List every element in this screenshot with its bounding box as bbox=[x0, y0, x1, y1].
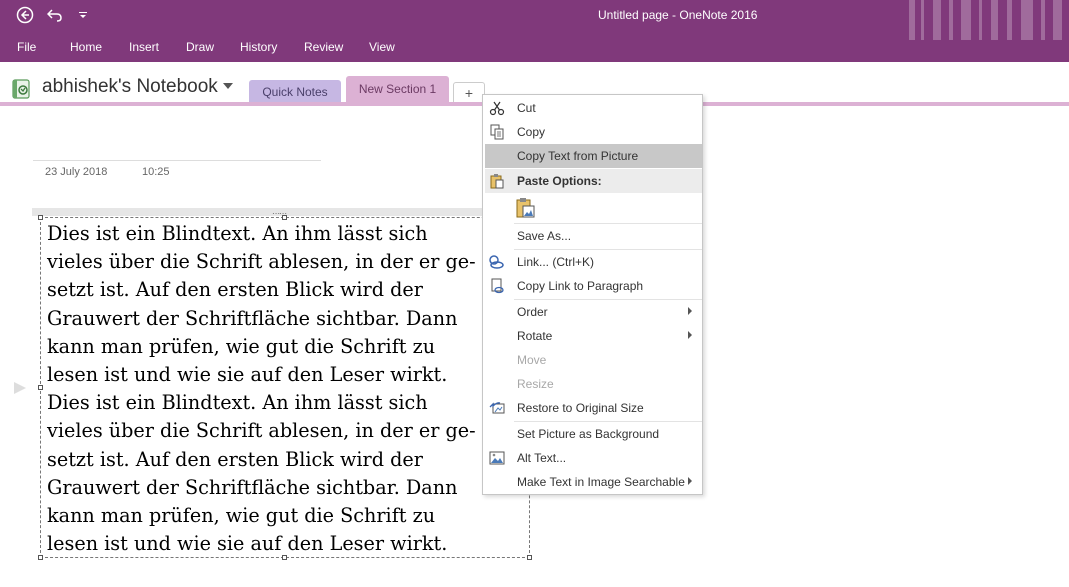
tab-insert[interactable]: Insert bbox=[129, 40, 159, 54]
submenu-arrow-icon bbox=[688, 477, 692, 485]
picture-text-line: setzt ist. Auf den ersten Blick wird der bbox=[47, 278, 423, 302]
paste-picture-icon bbox=[516, 198, 535, 218]
menu-item-copy-link-to-paragraph[interactable]: Copy Link to Paragraph bbox=[485, 274, 702, 298]
submenu-arrow-icon bbox=[688, 307, 692, 315]
resize-handle[interactable] bbox=[38, 215, 43, 220]
title-bar: Untitled page - OneNote 2016 File Home I… bbox=[0, 0, 1069, 62]
picture-text-line: setzt ist. Auf den ersten Blick wird der bbox=[47, 447, 423, 471]
menu-label: Link... (Ctrl+K) bbox=[517, 255, 595, 269]
menu-item-restore-original-size[interactable]: Restore to Original Size bbox=[485, 396, 702, 420]
menu-item-link[interactable]: Link... (Ctrl+K) bbox=[485, 250, 702, 274]
menu-label: Order bbox=[517, 305, 548, 319]
menu-item-order[interactable]: Order bbox=[485, 300, 702, 324]
menu-item-make-text-searchable[interactable]: Make Text in Image Searchable bbox=[485, 470, 702, 494]
submenu-arrow-icon bbox=[688, 331, 692, 339]
picture-text-line: kann man prüfen, wie gut die Schrift zu bbox=[47, 334, 436, 358]
picture-text-line: vieles über die Schrift ablesen, in der … bbox=[47, 419, 476, 443]
picture-text-line: Grauwert der Schriftfläche sichtbar. Dan… bbox=[47, 475, 458, 499]
menu-label: Copy Text from Picture bbox=[517, 149, 639, 163]
menu-label: Paste Options: bbox=[517, 174, 602, 188]
menu-label: Move bbox=[517, 353, 547, 367]
tab-history[interactable]: History bbox=[240, 40, 277, 54]
picture[interactable]: Dies ist ein Blindtext. An ihm lässt sic… bbox=[40, 217, 530, 558]
clipboard-icon bbox=[490, 174, 504, 189]
tab-view[interactable]: View bbox=[369, 40, 395, 54]
paragraph-handle-icon[interactable] bbox=[14, 382, 26, 394]
picture-text: Dies ist ein Blindtext. An ihm lässt sic… bbox=[47, 220, 529, 557]
picture-text-line: kann man prüfen, wie gut die Schrift zu bbox=[47, 504, 436, 528]
copy-icon bbox=[490, 124, 504, 140]
menu-label: Resize bbox=[517, 377, 554, 391]
resize-handle[interactable] bbox=[282, 215, 287, 220]
menu-label: Restore to Original Size bbox=[517, 401, 644, 415]
menu-item-copy[interactable]: Copy bbox=[485, 120, 702, 144]
picture-text-line: Grauwert der Schriftfläche sichtbar. Dan… bbox=[47, 306, 458, 330]
tab-home[interactable]: Home bbox=[70, 40, 102, 54]
tab-review[interactable]: Review bbox=[304, 40, 343, 54]
resize-handle[interactable] bbox=[38, 555, 43, 560]
resize-handle[interactable] bbox=[282, 555, 287, 560]
menu-label: Alt Text... bbox=[517, 451, 567, 465]
title-decoration bbox=[909, 0, 1062, 40]
context-menu: Cut Copy Copy Text from Picture Paste Op… bbox=[482, 94, 703, 495]
menu-item-resize: Resize bbox=[485, 372, 702, 396]
menu-item-save-as[interactable]: Save As... bbox=[485, 224, 702, 248]
menu-label: Copy Link to Paragraph bbox=[517, 279, 644, 293]
notebook-name[interactable]: abhishek's Notebook bbox=[42, 76, 218, 98]
menu-item-rotate[interactable]: Rotate bbox=[485, 324, 702, 348]
menu-label: Save As... bbox=[517, 229, 572, 243]
picture-text-line: lesen ist und wie sie auf den Leser wirk… bbox=[47, 363, 448, 387]
menu-label: Make Text in Image Searchable bbox=[517, 475, 685, 489]
menu-label: Cut bbox=[517, 101, 536, 115]
undo-icon[interactable] bbox=[44, 5, 66, 25]
notebook-dropdown-icon[interactable] bbox=[223, 83, 233, 89]
menu-label: Set Picture as Background bbox=[517, 427, 660, 441]
picture-text-line: Dies ist ein Blindtext. An ihm lässt sic… bbox=[47, 222, 428, 245]
section-tab-new-section-1[interactable]: New Section 1 bbox=[346, 76, 449, 102]
menu-header-paste-options: Paste Options: bbox=[485, 169, 702, 193]
back-circle-icon[interactable] bbox=[14, 5, 36, 25]
picture-text-line: Dies ist ein Blindtext. An ihm lässt sic… bbox=[47, 391, 428, 415]
page-time: 10:25 bbox=[142, 166, 170, 178]
add-section-button[interactable]: + bbox=[453, 82, 485, 103]
menu-item-move: Move bbox=[485, 348, 702, 372]
menu-item-cut[interactable]: Cut bbox=[485, 96, 702, 120]
menu-label: Rotate bbox=[517, 329, 553, 343]
menu-item-copy-text-from-picture[interactable]: Copy Text from Picture bbox=[485, 144, 702, 168]
menu-item-paste-picture[interactable] bbox=[485, 195, 702, 221]
page-date: 23 July 2018 bbox=[45, 166, 108, 178]
scissors-icon bbox=[489, 101, 505, 116]
picture-text-line: lesen ist und wie sie auf den Leser wirk… bbox=[47, 532, 448, 556]
link-icon bbox=[489, 255, 504, 269]
menu-item-set-picture-as-background[interactable]: Set Picture as Background bbox=[485, 422, 702, 446]
resize-handle[interactable] bbox=[38, 385, 43, 390]
picture-icon bbox=[489, 451, 505, 465]
customize-qat-icon[interactable] bbox=[76, 5, 90, 25]
menu-item-alt-text[interactable]: Alt Text... bbox=[485, 446, 702, 470]
page-title-line bbox=[33, 160, 321, 161]
tab-draw[interactable]: Draw bbox=[186, 40, 214, 54]
window-title: Untitled page - OneNote 2016 bbox=[598, 8, 758, 22]
restore-size-icon bbox=[489, 402, 505, 414]
picture-text-line: vieles über die Schrift ablesen, in der … bbox=[47, 250, 476, 274]
copy-link-icon bbox=[491, 278, 504, 294]
resize-handle[interactable] bbox=[527, 555, 532, 560]
menu-label: Copy bbox=[517, 125, 546, 139]
section-tab-quick-notes[interactable]: Quick Notes bbox=[249, 80, 341, 104]
tab-file[interactable]: File bbox=[17, 40, 36, 54]
notebook-icon bbox=[12, 79, 30, 99]
